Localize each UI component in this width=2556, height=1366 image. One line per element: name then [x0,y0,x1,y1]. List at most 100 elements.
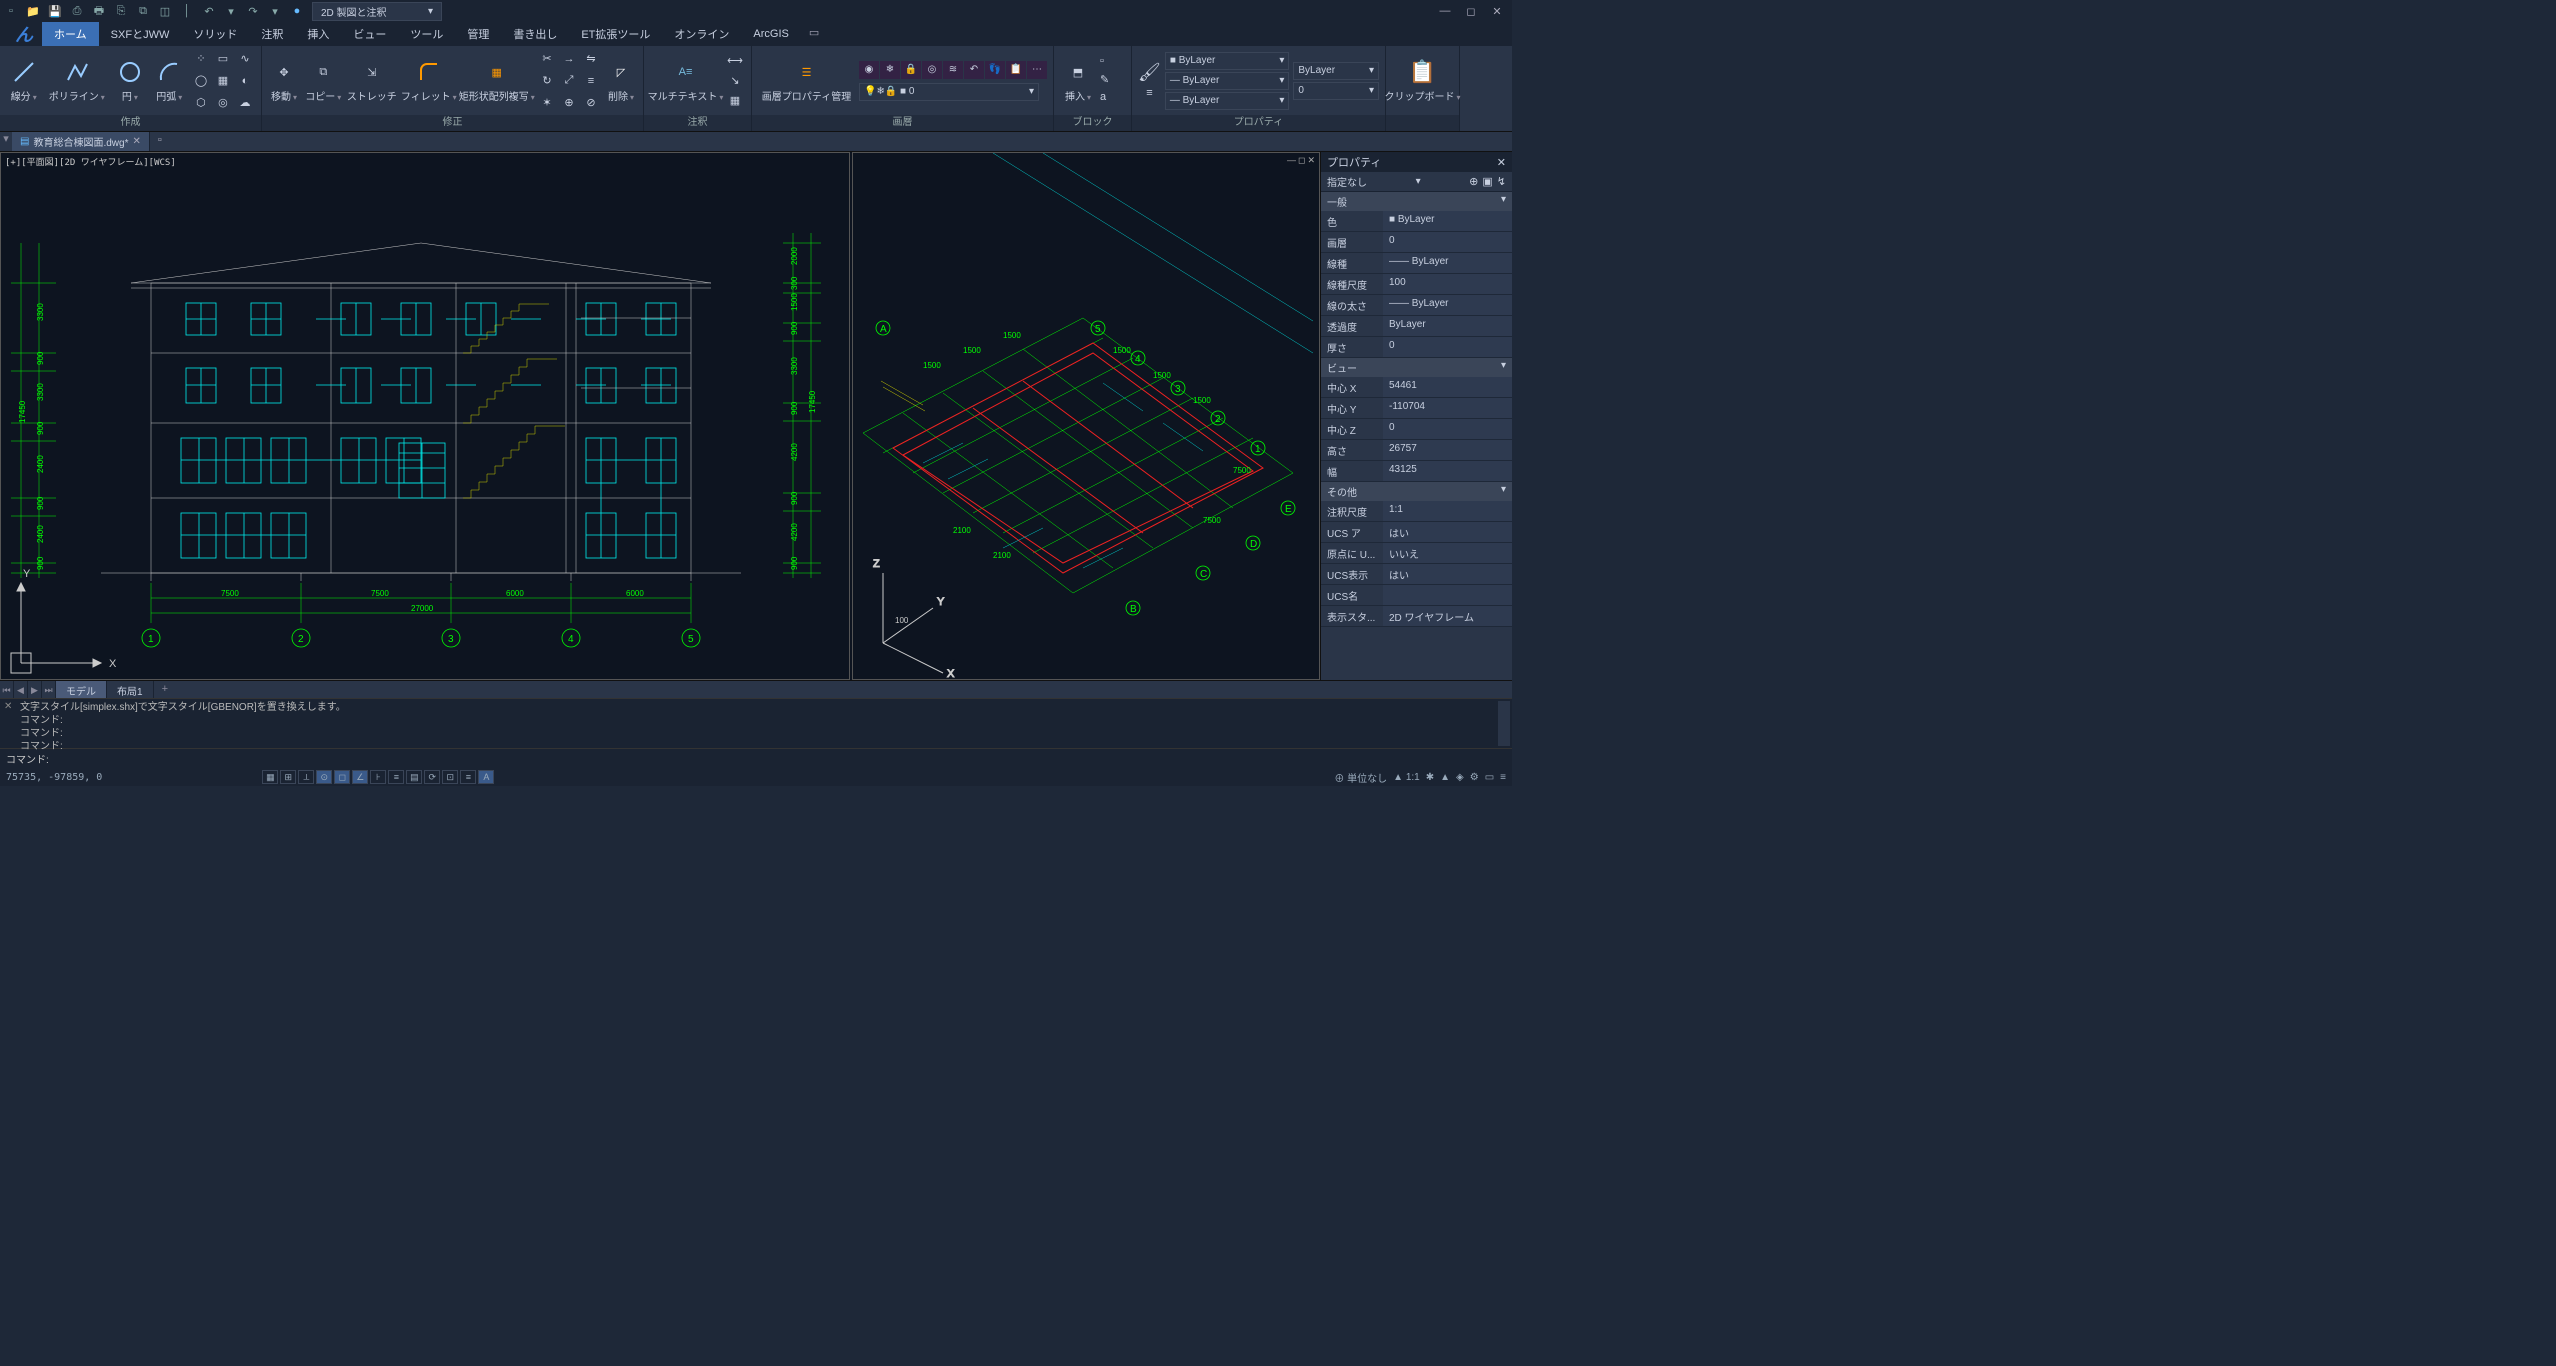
new-icon[interactable]: ▫ [4,4,18,18]
layerfreeze-icon[interactable]: ❄ [880,61,900,79]
viewport-controls[interactable]: —◻✕ [1287,155,1315,166]
tab-overflow-icon[interactable]: ▭ [801,22,827,46]
clean-icon[interactable]: ▭ [1485,772,1494,783]
tab-manage[interactable]: 管理 [455,22,501,46]
cmd-scrollbar[interactable] [1498,701,1510,746]
close-button[interactable]: ✕ [1486,5,1508,18]
property-value[interactable]: —— ByLayer [1383,253,1512,273]
offset-icon[interactable]: ≡ [581,71,601,91]
rect-icon[interactable]: ▭ [213,49,233,69]
lwt-toggle[interactable]: ≡ [388,770,404,784]
property-value[interactable] [1383,585,1512,605]
otrack-toggle[interactable]: ∠ [352,770,368,784]
polyline-button[interactable]: ポリライン [45,56,108,105]
erase-button[interactable]: ◸削除 [605,56,637,105]
layout-tab-1[interactable]: 布局1 [107,681,154,698]
scale-label[interactable]: ▲ 1:1 [1393,772,1420,783]
tab-annotate[interactable]: 注釈 [249,22,295,46]
revcloud-icon[interactable]: ☁ [235,93,255,113]
tab-et[interactable]: ET拡張ツール [569,22,662,46]
tab-tool[interactable]: ツール [398,22,455,46]
tab-home[interactable]: ホーム [42,22,99,46]
property-row[interactable]: 透過度ByLayer [1321,316,1512,337]
tab-view[interactable]: ビュー [341,22,398,46]
property-value[interactable]: —— ByLayer [1383,295,1512,315]
property-row[interactable]: 中心 Z0 [1321,419,1512,440]
extend-icon[interactable]: → [559,49,579,69]
property-row[interactable]: UCS アイ...はい [1321,522,1512,543]
print-icon[interactable]: ⎘ [114,4,128,18]
circle-button[interactable]: 円 [112,56,147,105]
trim-icon[interactable]: ✂ [537,49,557,69]
tab-arcgis[interactable]: ArcGIS [741,22,800,46]
bullet-icon[interactable]: ● [290,4,304,18]
join-icon[interactable]: ⊕ [559,93,579,113]
ellipse-icon[interactable]: ◯ [191,71,211,91]
layerwalk-icon[interactable]: 👣 [985,61,1005,79]
grid-toggle[interactable]: ▦ [262,770,278,784]
property-row[interactable]: UCS表示はい [1321,564,1512,585]
viewport-label[interactable]: [+][平面図][2D ワイヤフレーム][WCS] [5,155,176,168]
clipboard-button[interactable]: 📋クリップボード [1392,56,1453,105]
move-button[interactable]: ✥移動 [268,56,300,105]
property-row[interactable]: 幅43125 [1321,461,1512,482]
layout-tab-add[interactable]: + [154,681,176,698]
hatch-icon[interactable]: ▦ [213,71,233,91]
property-row[interactable]: 注釈尺度1:1 [1321,501,1512,522]
filetab-list-icon[interactable]: ▾ [0,132,12,151]
property-row[interactable]: UCS名 [1321,585,1512,606]
saveas-icon[interactable]: ⎙ [70,4,84,18]
value-input[interactable]: 0▾ [1293,82,1379,100]
save-icon[interactable]: 💾 [48,4,62,18]
property-row[interactable]: 中心 X54461 [1321,377,1512,398]
trans-toggle[interactable]: ▤ [406,770,422,784]
stretch-button[interactable]: ⇲ストレッチ [347,56,397,105]
color-dropdown[interactable]: ■ ByLayer▾ [1165,52,1289,70]
property-value[interactable]: 54461 [1383,377,1512,397]
tab-insert[interactable]: 挿入 [295,22,341,46]
arc-button[interactable]: 円弧 [152,56,187,105]
ltype2-dropdown[interactable]: ByLayer▾ [1293,62,1379,80]
layout-tab-model[interactable]: モデル [56,681,107,698]
viewport-iso[interactable]: —◻✕ [852,152,1320,680]
units-label[interactable]: ⊕ 単位なし [1334,770,1387,785]
properties-close-icon[interactable]: ✕ [1497,156,1506,169]
tab-solid[interactable]: ソリッド [181,22,249,46]
layerlock-icon[interactable]: 🔒 [901,61,921,79]
region-icon[interactable]: ◐ [235,71,255,91]
break-icon[interactable]: ⊘ [581,93,601,113]
osnap-toggle[interactable]: ◻ [334,770,350,784]
file-tab-active[interactable]: ▤ 教育総合棟図面.dwg* ✕ [12,132,150,151]
property-value[interactable]: はい [1383,564,1512,584]
line-button[interactable]: 線分 [6,56,41,105]
linetype-dropdown[interactable]: — ByLayer▾ [1165,72,1289,90]
property-value[interactable]: 0 [1383,232,1512,252]
mirror-icon[interactable]: ⇋ [581,49,601,69]
tab-nav-prev[interactable]: ◀ [14,681,28,698]
viewport-elevation[interactable]: [+][平面図][2D ワイヤフレーム][WCS] [0,152,850,680]
quickselect-icon[interactable]: ⊕ [1469,175,1478,188]
property-value[interactable]: 0 [1383,337,1512,357]
layeriso-icon[interactable]: ◎ [922,61,942,79]
coords-readout[interactable]: 75735, -97859, 0 [6,772,102,783]
prop-section-view[interactable]: ビュー▾ [1321,358,1512,377]
property-value[interactable]: 43125 [1383,461,1512,481]
copy-button[interactable]: ⧉コピー [304,56,343,105]
property-row[interactable]: 表示スタ...2D ワイヤフレーム [1321,606,1512,627]
iso-icon[interactable]: ◈ [1456,772,1464,783]
property-value[interactable]: 1:1 [1383,501,1512,521]
custom-icon[interactable]: ≡ [1500,772,1506,783]
property-row[interactable]: 厚さ0 [1321,337,1512,358]
property-row[interactable]: 線の太さ—— ByLayer [1321,295,1512,316]
property-value[interactable]: いいえ [1383,543,1512,563]
layer-icon[interactable]: ◫ [158,4,172,18]
dim-icon[interactable]: ⟷ [725,52,745,70]
property-row[interactable]: 画層0 [1321,232,1512,253]
file-tab-close-icon[interactable]: ✕ [132,136,140,147]
scale-icon[interactable]: ⤢ [559,71,579,91]
insert-button[interactable]: ⬒挿入 [1060,56,1096,105]
redo-dd[interactable]: ▾ [268,4,282,18]
toggle-icon[interactable]: ↯ [1497,175,1506,188]
cmd-close-icon[interactable]: ✕ [4,701,12,712]
snap-toggle[interactable]: ⊞ [280,770,296,784]
